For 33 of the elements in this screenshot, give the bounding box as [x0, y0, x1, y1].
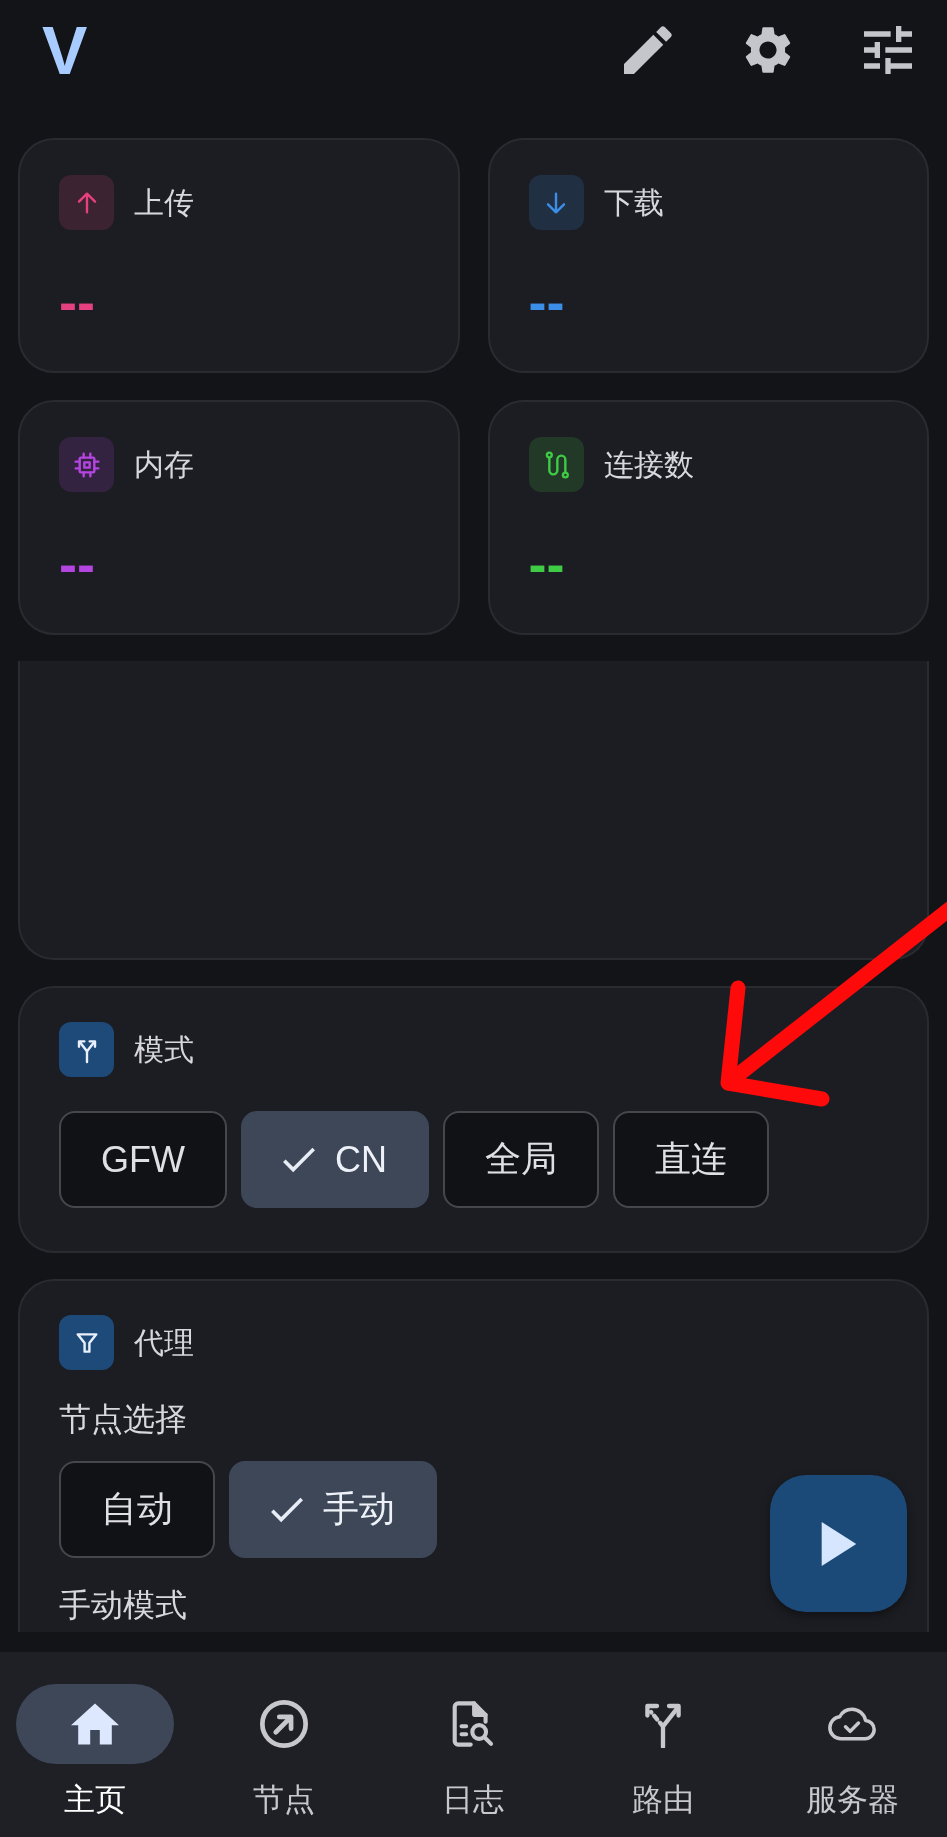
option-chip[interactable]: 全局 — [443, 1111, 599, 1208]
option-chip[interactable]: 手动 — [229, 1461, 437, 1558]
nav-tab[interactable]: 主页 — [0, 1652, 190, 1837]
option-chip[interactable]: 直连 — [613, 1111, 769, 1208]
stat-value: -- — [528, 542, 565, 586]
app-logo: V — [42, 16, 88, 84]
play-icon — [819, 1521, 858, 1566]
card-title: 代理 — [134, 1323, 194, 1362]
option-chip[interactable]: GFW — [59, 1111, 227, 1208]
nav-tab[interactable]: 服务器 — [757, 1652, 947, 1837]
stat-label: 上传 — [134, 183, 194, 222]
option-chip[interactable]: CN — [241, 1111, 429, 1208]
option-chip[interactable]: 自动 — [59, 1461, 215, 1558]
card-title: 模式 — [134, 1030, 194, 1069]
stat-label: 下载 — [603, 183, 664, 222]
stat-value: -- — [59, 542, 95, 586]
play-button[interactable] — [770, 1475, 907, 1612]
stat-label: 连接数 — [603, 445, 694, 484]
stat-value: -- — [59, 280, 95, 324]
funnel-icon — [59, 1315, 114, 1370]
nav-tab[interactable]: 日志 — [378, 1652, 569, 1837]
section-label: 手动模式 — [59, 1586, 187, 1624]
stat-label: 内存 — [134, 445, 194, 484]
fork-arrows-icon — [59, 1022, 114, 1077]
nav-tab[interactable]: 节点 — [189, 1652, 379, 1837]
settings-icon[interactable] — [744, 26, 792, 74]
chip-icon — [59, 437, 114, 492]
sliders-icon[interactable] — [864, 26, 912, 74]
route-icon — [528, 437, 584, 492]
stat-value: -- — [528, 280, 565, 324]
section-label: 节点选择 — [59, 1399, 187, 1439]
nav-tab[interactable]: 路由 — [568, 1652, 758, 1837]
pencil-icon[interactable] — [624, 26, 672, 74]
